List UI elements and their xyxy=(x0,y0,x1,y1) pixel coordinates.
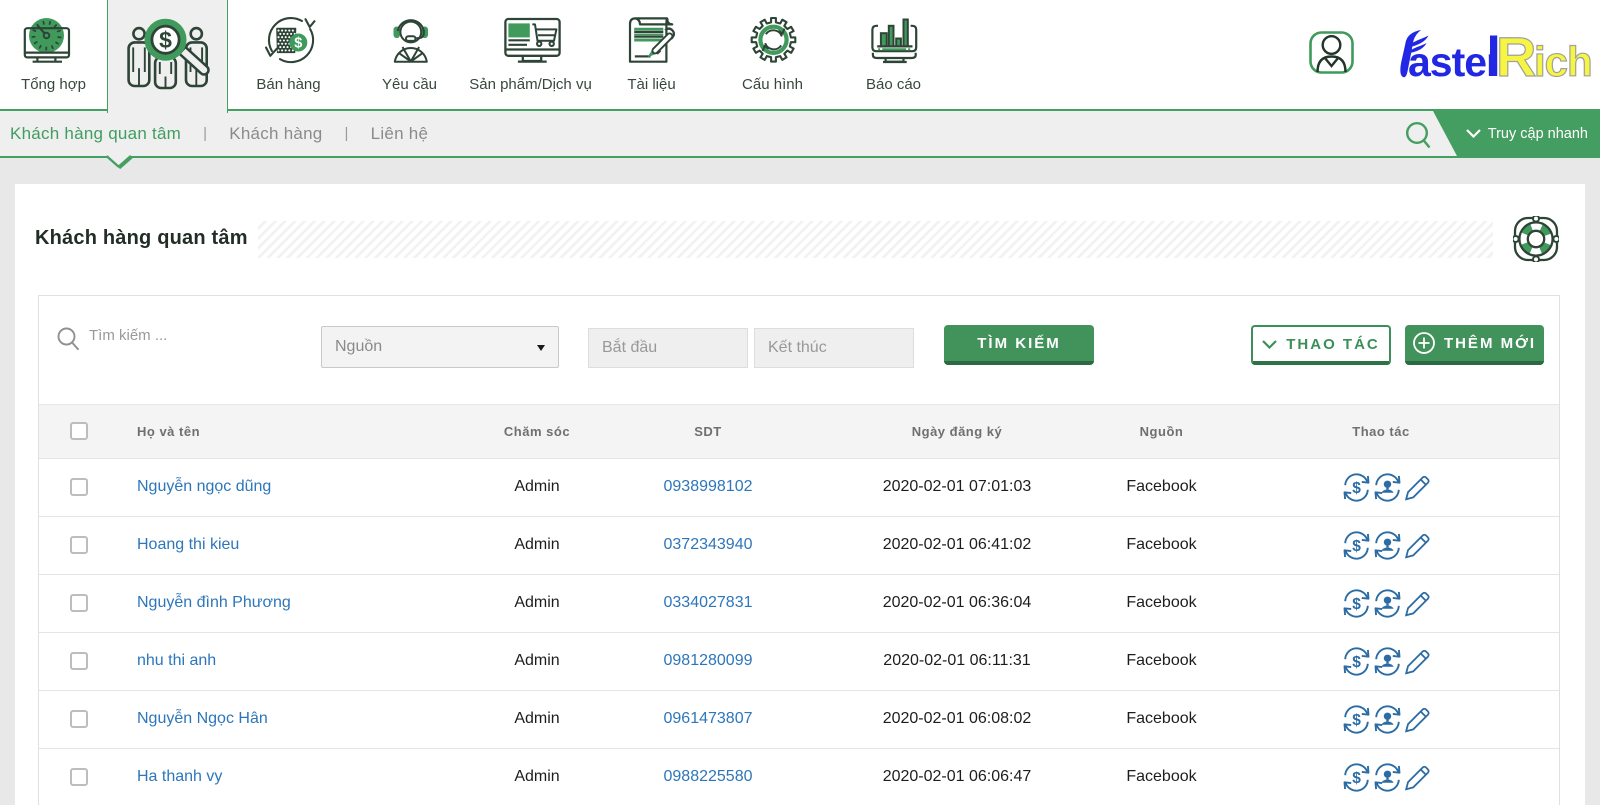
svg-text:$: $ xyxy=(159,27,172,53)
svg-text:$: $ xyxy=(1352,480,1361,497)
svg-text:$: $ xyxy=(1352,770,1361,787)
svg-text:ich: ich xyxy=(1534,38,1592,80)
svg-text:$: $ xyxy=(1352,712,1361,729)
svg-text:$: $ xyxy=(1352,538,1361,555)
svg-text:$: $ xyxy=(1352,596,1361,613)
svg-text:$: $ xyxy=(1352,654,1361,671)
svg-text:R: R xyxy=(1496,30,1536,80)
svg-text:$: $ xyxy=(294,36,302,52)
svg-text:aster: aster xyxy=(1408,39,1502,80)
